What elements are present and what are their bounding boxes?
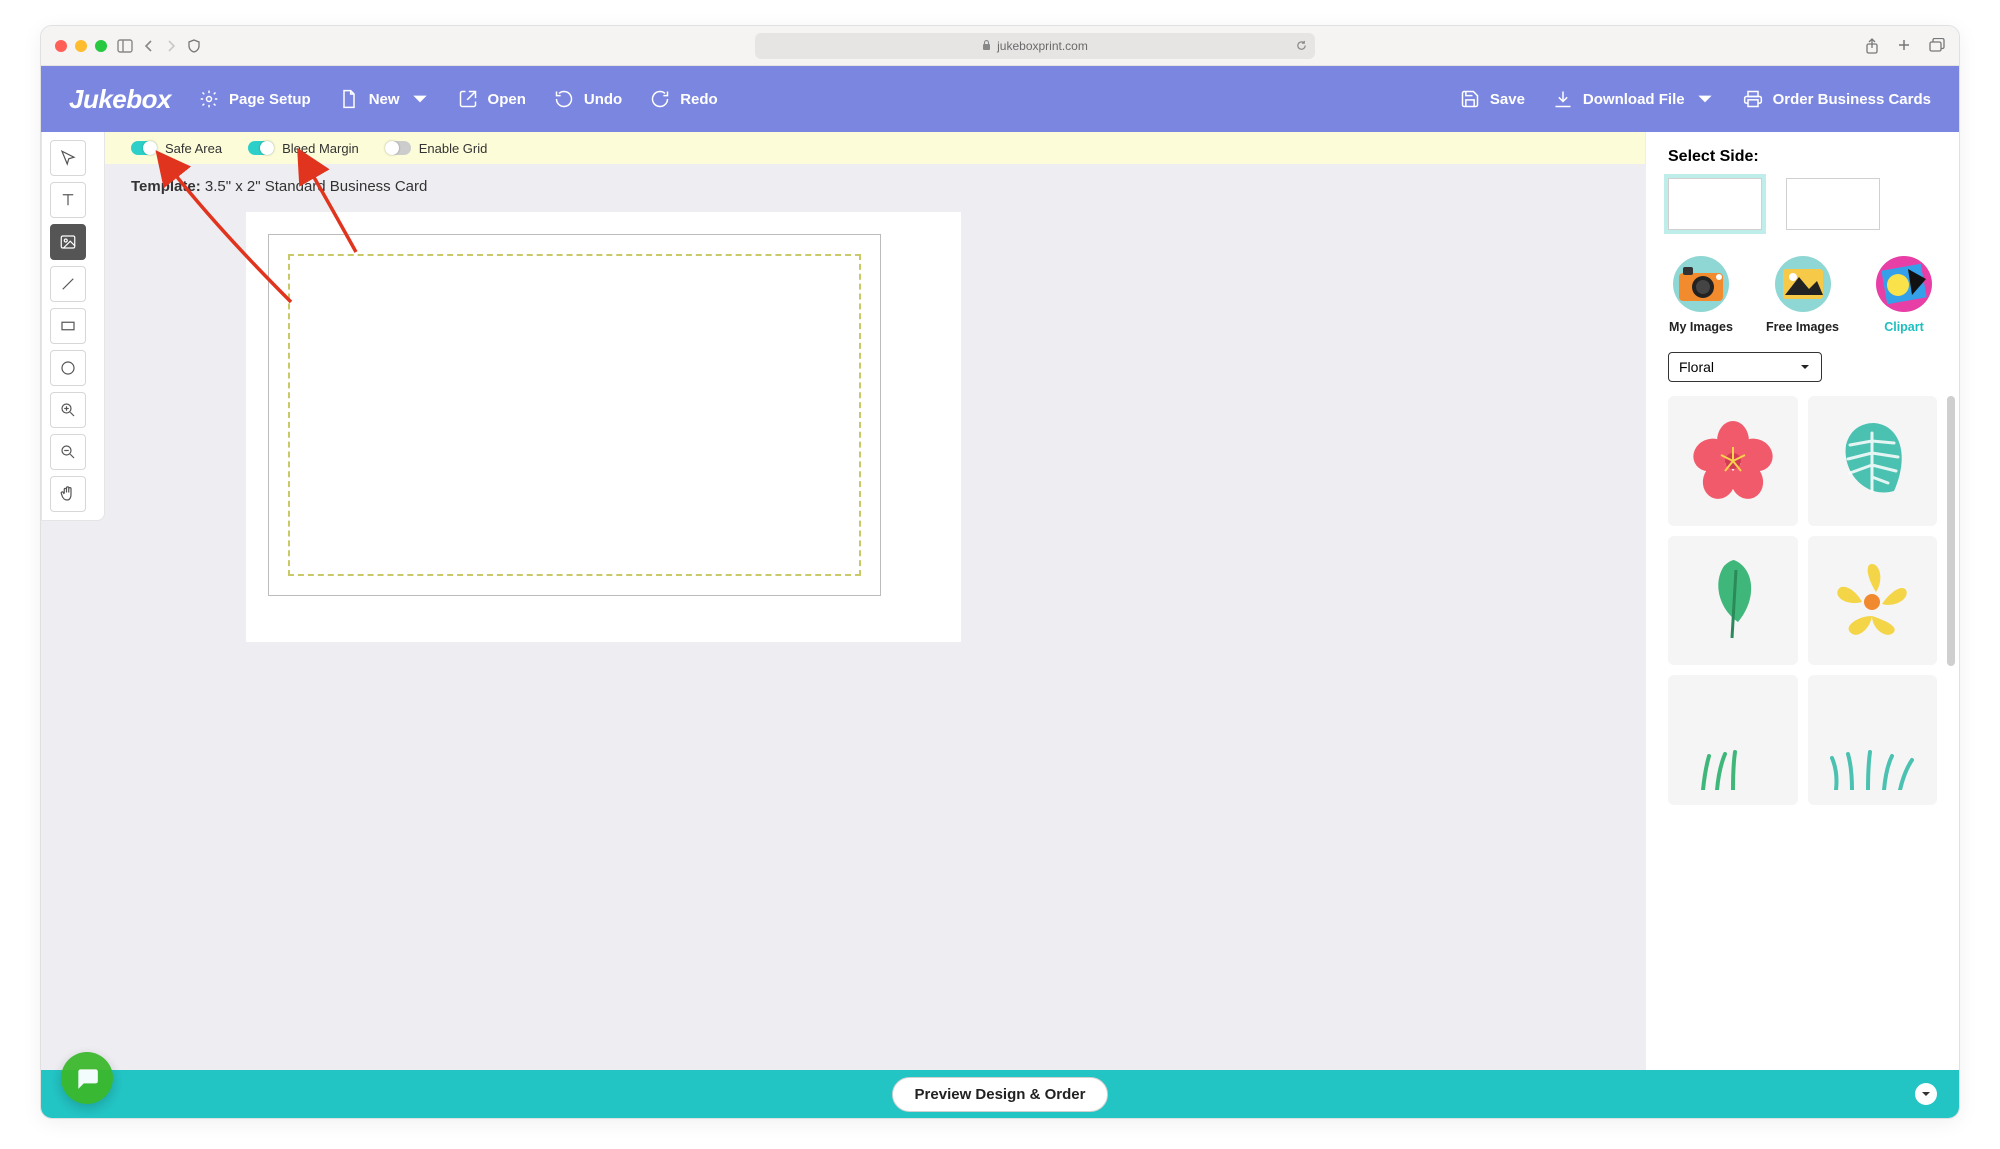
chevron-down-icon (1920, 1088, 1932, 1100)
text-tool[interactable] (50, 182, 86, 218)
redo-icon (650, 89, 670, 109)
clipart-item[interactable] (1808, 536, 1938, 666)
save-button[interactable]: Save (1460, 89, 1525, 109)
address-bar[interactable]: jukeboxprint.com (755, 33, 1315, 59)
chevron-down-icon (1695, 89, 1715, 109)
lock-icon (982, 39, 991, 53)
gear-icon (199, 89, 219, 109)
toggle-switch[interactable] (385, 141, 411, 155)
zoom-in-tool[interactable] (50, 392, 86, 428)
tool-rail (41, 132, 105, 521)
select-tool[interactable] (50, 140, 86, 176)
close-window-button[interactable] (55, 40, 67, 52)
minimize-window-button[interactable] (75, 40, 87, 52)
page-setup-button[interactable]: Page Setup (199, 89, 311, 109)
side-front-thumb[interactable] (1668, 178, 1762, 230)
open-button[interactable]: Open (458, 89, 526, 109)
undo-icon (554, 89, 574, 109)
clipart-item[interactable] (1808, 675, 1938, 805)
canvas-area: Safe Area Bleed Margin Enable Grid Templ… (41, 132, 1645, 1118)
forward-button[interactable] (165, 40, 177, 52)
reload-icon[interactable] (1296, 40, 1307, 51)
circle-tool[interactable] (50, 350, 86, 386)
window-controls (55, 40, 107, 52)
sidebar-icon[interactable] (117, 39, 133, 53)
tab-my-images[interactable]: My Images (1668, 254, 1734, 334)
view-toggle-bar: Safe Area Bleed Margin Enable Grid (41, 132, 1645, 164)
tabs-icon[interactable] (1929, 38, 1945, 54)
app-root: Jukebox Page Setup New Open Undo Redo (41, 66, 1959, 1118)
safari-toolbar: jukeboxprint.com (41, 26, 1959, 66)
select-side-heading: Select Side: (1668, 148, 1937, 166)
clipart-item[interactable] (1668, 536, 1798, 666)
clipart-item[interactable] (1668, 675, 1798, 805)
chevron-down-icon (1799, 361, 1811, 373)
download-icon (1553, 89, 1573, 109)
side-panel: Select Side: My Images (1645, 132, 1959, 1118)
save-icon (1460, 89, 1480, 109)
undo-button[interactable]: Undo (554, 89, 622, 109)
file-icon (339, 89, 359, 109)
download-file-button[interactable]: Download File (1553, 89, 1715, 109)
share-icon[interactable] (1865, 38, 1879, 54)
image-tool[interactable] (50, 224, 86, 260)
url-text: jukeboxprint.com (997, 39, 1088, 53)
pan-tool[interactable] (50, 476, 86, 512)
collapse-bottom-bar-button[interactable] (1915, 1083, 1937, 1105)
safe-area-toggle[interactable]: Safe Area (131, 141, 222, 156)
line-tool[interactable] (50, 266, 86, 302)
tab-clipart[interactable]: Clipart (1871, 254, 1937, 334)
safe-area-outline (288, 254, 861, 576)
tab-free-images[interactable]: Free Images (1766, 254, 1839, 334)
enable-grid-toggle[interactable]: Enable Grid (385, 141, 488, 156)
maximize-window-button[interactable] (95, 40, 107, 52)
chat-button[interactable] (61, 1052, 113, 1104)
zoom-out-tool[interactable] (50, 434, 86, 470)
redo-button[interactable]: Redo (650, 89, 718, 109)
clipart-scrollbar[interactable] (1947, 396, 1955, 666)
bottom-bar: Preview Design & Order (41, 1070, 1959, 1118)
picture-icon (1770, 254, 1836, 314)
open-icon (458, 89, 478, 109)
toggle-switch[interactable] (131, 141, 157, 155)
side-back-thumb[interactable] (1786, 178, 1880, 230)
template-label: Template: 3.5" x 2" Standard Business Ca… (41, 164, 1645, 195)
clipart-item[interactable] (1808, 396, 1938, 526)
chat-icon (74, 1065, 100, 1091)
app-toolbar: Jukebox Page Setup New Open Undo Redo (41, 66, 1959, 132)
new-button[interactable]: New (339, 89, 430, 109)
bleed-margin-toggle[interactable]: Bleed Margin (248, 141, 359, 156)
printer-icon (1743, 89, 1763, 109)
shield-icon[interactable] (187, 39, 201, 53)
rectangle-tool[interactable] (50, 308, 86, 344)
card-canvas[interactable] (246, 212, 961, 642)
back-button[interactable] (143, 40, 155, 52)
clipart-grid (1668, 396, 1937, 805)
browser-window: jukeboxprint.com Jukebox Pa (40, 25, 1960, 1119)
new-tab-icon[interactable] (1897, 38, 1911, 54)
order-button[interactable]: Order Business Cards (1743, 89, 1931, 109)
preview-order-button[interactable]: Preview Design & Order (892, 1077, 1109, 1112)
clipart-category-select[interactable]: Floral (1668, 352, 1822, 382)
clipart-icon (1871, 254, 1937, 314)
toggle-switch[interactable] (248, 141, 274, 155)
clipart-item[interactable] (1668, 396, 1798, 526)
brand-logo: Jukebox (69, 84, 171, 115)
chevron-down-icon (410, 89, 430, 109)
camera-icon (1668, 254, 1734, 314)
